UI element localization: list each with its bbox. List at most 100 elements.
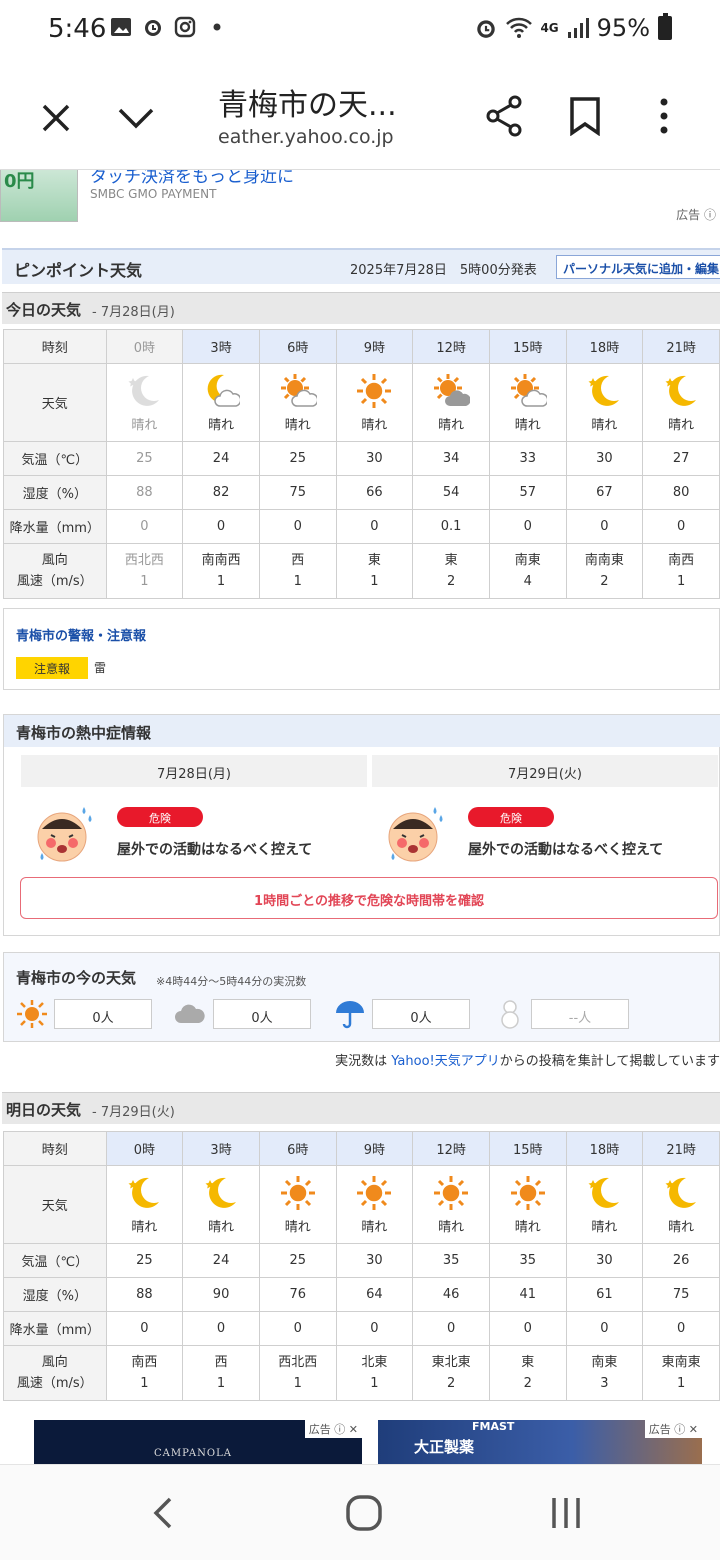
temperature-cell: 30 [565,1243,644,1278]
precipitation-cell: 0 [258,1311,337,1346]
instagram-icon [174,16,196,38]
wind-cell: 東南東 1 [642,1345,720,1401]
sun-icon[interactable] [16,999,48,1029]
tomorrow-title: 明日の天気 [6,1101,82,1119]
wind-cell: 東2 [412,543,490,599]
humidity-cell: 57 [488,475,567,510]
issued-time: 2025年7月28日 5時00分発表 [350,263,537,278]
heat-message: 屋外での活動はなるべく控えて [117,842,313,858]
temperature-cell: 27 [642,441,720,476]
weather-cell: 晴れ [488,363,567,442]
umbrella-icon[interactable] [334,999,366,1029]
precipitation-cell: 0 [182,1311,260,1346]
ad-thumbnail[interactable]: 0円 [0,170,78,222]
battery-percent: 95% [596,14,650,42]
temperature-cell: 35 [412,1243,490,1278]
ad-banner-campanola[interactable]: CAMPANOLA 広告 ⓘ ✕ [34,1420,362,1464]
info-icon: ⓘ [703,208,716,222]
battery-icon [658,13,672,40]
ad-label[interactable]: 広告 ⓘ ✕ [644,1420,702,1438]
ad-thumb-text: 0円 [4,171,35,192]
close-icon[interactable] [36,98,76,138]
notification-icons [110,16,228,38]
hourly-heat-link-button[interactable]: 1時間ごとの推移で危険な時間帯を確認 [20,877,718,919]
current-weather-title: 青梅市の今の天気 [16,969,137,987]
precipitation-cell: 0 [488,1311,567,1346]
heatstroke-box: 青梅市の熱中症情報 7月28日(月) 7月29日(火) 危険 危険 屋外での活動… [3,714,720,936]
cloud-icon[interactable] [174,999,206,1029]
recent-apps-icon[interactable] [548,1495,584,1531]
more-icon[interactable] [654,96,674,136]
wind-cell: 南東 3 [565,1345,644,1401]
weather-cell: 晴れ [565,363,644,442]
add-personal-weather-button[interactable]: パーソナル天気に追加・編集 [556,255,720,279]
temperature-cell: 25 [105,441,184,476]
humidity-cell: 76 [258,1277,337,1312]
hour-header: 9時 [335,329,414,364]
ad-banner-taisho[interactable]: FMAST 大正製薬 広告 ⓘ ✕ [378,1420,702,1464]
wind-cell: 西北西 1 [258,1345,337,1401]
hour-header: 18時 [565,329,644,364]
alarm-icon [477,20,496,38]
hour-header: 3時 [182,1131,260,1166]
system-icons: 4G 95% [474,13,672,42]
condition-text: 晴れ [668,1220,695,1235]
hour-header: 3時 [182,329,260,364]
row-label-wind: 風向 風速（m/s） [3,543,107,599]
report-note-suffix: からの投稿を集計して掲載しています [499,1054,720,1069]
row-label-humidity: 湿度（%） [3,1277,107,1312]
home-icon[interactable] [344,1493,384,1533]
share-icon[interactable] [484,94,524,138]
heat-message: 屋外での活動はなるべく控えて [468,842,664,858]
moon-cloud-icon [207,374,241,407]
moon-icon [128,1177,160,1208]
chevron-down-icon[interactable] [114,98,158,138]
humidity-cell: 46 [412,1277,490,1312]
temperature-cell: 34 [412,441,490,476]
humidity-cell: 90 [182,1277,260,1312]
wind-cell: 西1 [182,1345,260,1401]
weather-cell: 晴れ [565,1165,644,1244]
temperature-cell: 25 [258,441,337,476]
ad-label-text: 広告 [308,1423,331,1436]
bookmark-icon[interactable] [568,96,602,136]
back-icon[interactable] [150,1493,178,1533]
rain-count: 0人 [372,999,470,1029]
ad-label[interactable]: 広告 ⓘ ✕ [304,1420,362,1438]
precipitation-cell: 0 [565,1311,644,1346]
weather-cell: 晴れ [182,363,260,442]
ad-label[interactable]: 広告 ⓘ [676,206,716,223]
humidity-cell: 41 [488,1277,567,1312]
top-ad[interactable]: 0円 タッチ決済をもっと身近に SMBC GMO PAYMENT 広告 ⓘ [0,170,720,230]
sun-cloud-icon [434,374,471,406]
hour-header: 6時 [258,329,337,364]
wind-cell: 南南東 2 [565,543,644,599]
snowman-icon[interactable] [494,999,526,1029]
current-weather-subtitle: ※4時44分〜5時44分の実況数 [156,975,307,988]
ad-headline[interactable]: タッチ決済をもっと身近に [90,170,294,187]
row-label-wind: 風向 風速（m/s） [3,1345,107,1401]
browser-toolbar: 青梅市の天... eather.yahoo.co.jp [0,60,720,170]
pinpoint-title: ピンポイント天気 [14,261,143,280]
temperature-cell: 30 [565,441,644,476]
condition-text: 晴れ [284,418,311,433]
warning-title[interactable]: 青梅市の警報・注意報 [16,625,146,644]
hour-header: 15時 [488,329,567,364]
wind-cell: 東北東 2 [412,1345,490,1401]
row-label-humidity: 湿度（%） [3,475,107,510]
temperature-cell: 33 [488,441,567,476]
temperature-cell: 25 [105,1243,184,1278]
yahoo-weather-app-link[interactable]: Yahoo!天気アプリ [391,1054,499,1069]
wifi-icon [506,17,533,38]
precipitation-cell: 0 [105,1311,184,1346]
weather-cell: 晴れ [335,1165,414,1244]
today-date: - 7月28日(月) [92,305,175,320]
condition-text: 晴れ [591,1220,618,1235]
precipitation-cell: 0 [105,509,184,544]
condition-text: 晴れ [208,418,235,433]
weather-cell: 晴れ [105,363,184,442]
heat-day-date: 7月29日(火) [372,755,718,787]
weather-cell: 晴れ [642,1165,720,1244]
precipitation-cell: 0 [642,509,720,544]
system-nav-bar [0,1464,720,1560]
